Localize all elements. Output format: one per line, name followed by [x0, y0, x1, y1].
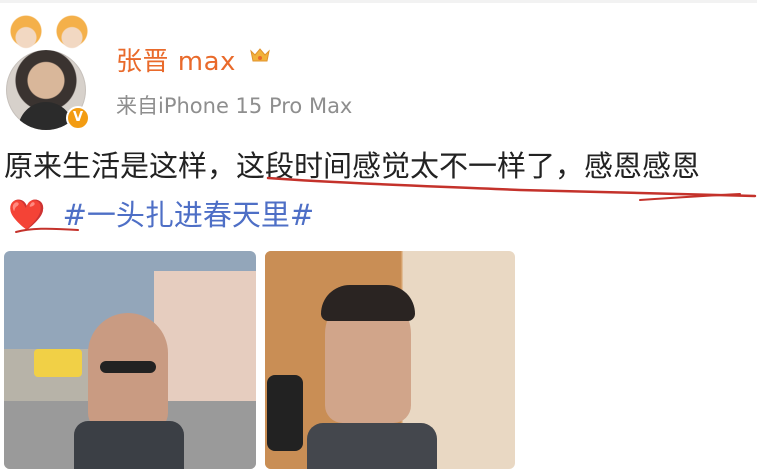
- verified-v-icon: V: [66, 106, 90, 130]
- shirt: [74, 421, 184, 469]
- heart-emoji: ❤️: [8, 198, 46, 233]
- crown-icon: [250, 48, 270, 62]
- top-divider: [0, 0, 757, 3]
- post-text: 原来生活是这样，这段时间感觉太不一样了，感恩感恩 ❤️ #一头扎进春天里#: [4, 142, 754, 240]
- avatar-block[interactable]: V: [4, 14, 96, 130]
- ox-hat-icon-left: [6, 14, 46, 52]
- username[interactable]: 张晋 max: [116, 41, 236, 78]
- topic-link[interactable]: #一头扎进春天里#: [63, 198, 315, 232]
- photo-thumbnail-2[interactable]: [265, 251, 515, 469]
- street-bus: [34, 349, 82, 377]
- storefront: [154, 271, 256, 421]
- post-main-text: 原来生活是这样，这段时间感觉太不一样了，感恩感恩: [4, 149, 701, 183]
- ox-hat-icon-right: [52, 14, 92, 52]
- hair: [321, 285, 415, 321]
- post-source: 来自iPhone 15 Pro Max: [116, 94, 353, 118]
- photo-thumbnail-1[interactable]: [4, 251, 256, 469]
- shirt: [307, 423, 437, 469]
- sunglasses: [100, 361, 156, 373]
- phone-in-hand: [267, 375, 303, 451]
